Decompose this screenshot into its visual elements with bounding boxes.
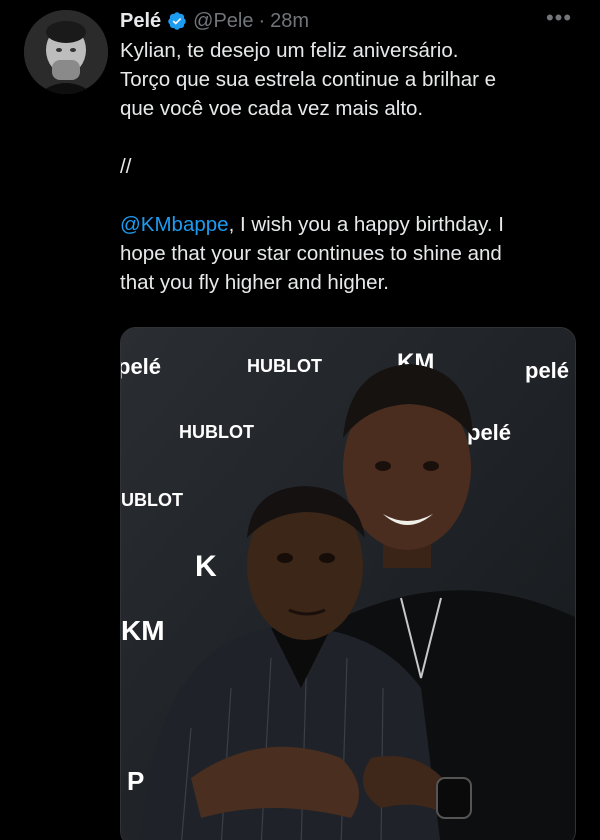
author-name[interactable]: Pelé [120,10,161,33]
backdrop-p-logo: P [127,766,144,796]
author-handle[interactable]: @Pele [193,10,253,33]
mention-link[interactable]: @KMbappe [120,213,229,236]
backdrop-km-logo: K [195,550,217,583]
separator-dot: · [258,9,266,32]
tweet-text-divider: // [120,155,132,178]
timestamp[interactable]: 28m [270,10,309,33]
backdrop-km-logo: KM [121,615,165,646]
tweet[interactable]: Pelé @Pele · 28m ••• Kylian, te desejo u… [0,0,600,840]
tweet-text: Kylian, te desejo um feliz aniversário. … [120,36,580,297]
backdrop-hublot-logo: HUBLOT [179,422,254,442]
tweet-header: Pelé @Pele · 28m [120,6,309,36]
tweet-text-portuguese: Kylian, te desejo um feliz aniversário. … [120,39,497,120]
backdrop-pele-logo: pelé [525,358,569,383]
verified-badge-icon [167,11,187,31]
backdrop-hublot-logo: HUBLOT [247,356,322,376]
avatar-portrait [24,10,108,94]
avatar[interactable] [24,10,108,94]
backdrop-pele-logo: pelé [467,420,511,445]
more-dots-icon[interactable]: ••• [544,6,574,30]
tweet-photo[interactable]: pelé HUBLOT KM pelé HUBLOT pelé UBLOT K … [120,327,576,840]
photo-illustration: pelé HUBLOT KM pelé HUBLOT pelé UBLOT K … [121,328,575,840]
backdrop-pele-logo: pelé [121,354,161,379]
tweet-text-english: @KMbappe, I wish you a happy birthday. I… [120,210,580,297]
backdrop-hublot-logo: UBLOT [121,490,183,510]
